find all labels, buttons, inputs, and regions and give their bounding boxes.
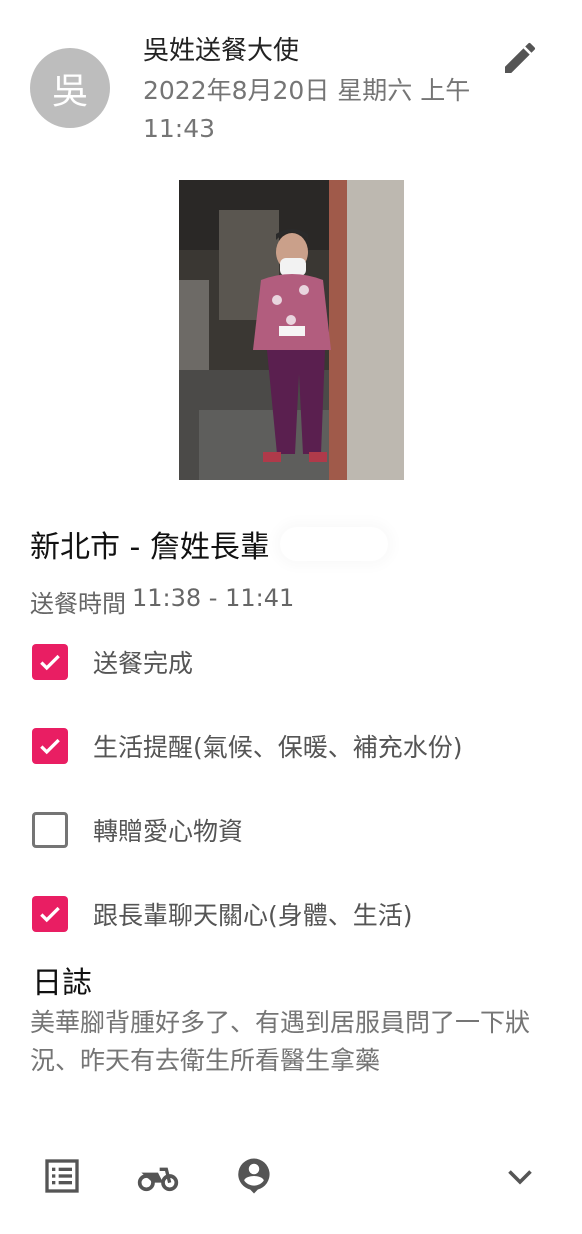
- checkbox-checked[interactable]: [32, 728, 68, 764]
- bottom-action-bar: [0, 1140, 582, 1220]
- person-pin-icon: [233, 1155, 275, 1201]
- chevron-down-icon: [502, 1158, 538, 1198]
- journal-heading: 日誌: [32, 966, 92, 1001]
- redacted-name: [279, 527, 388, 561]
- delivery-time-value: 11:38 - 11:41: [132, 584, 295, 612]
- edit-button[interactable]: [496, 36, 544, 84]
- recipient-profile-button[interactable]: [230, 1154, 278, 1202]
- checklist-label: 送餐完成: [93, 649, 194, 678]
- delivery-photo[interactable]: [179, 180, 404, 480]
- checklist-item-donate-supplies[interactable]: 轉贈愛心物資: [32, 812, 243, 848]
- post-header: 吳 吳姓送餐大使 2022年8月20日 星期六 上午11:43: [0, 0, 582, 160]
- delivery-time: 送餐時間 11:38 - 11:41: [30, 584, 294, 619]
- checkbox-unchecked[interactable]: [32, 812, 68, 848]
- list-button[interactable]: [38, 1154, 86, 1202]
- delivery-time-label: 送餐時間: [30, 590, 126, 618]
- checklist-label: 跟長輩聊天關心(身體、生活): [93, 901, 413, 930]
- recipient-title-row: 新北市 - 詹姓長輩: [30, 522, 388, 566]
- expand-button[interactable]: [496, 1154, 544, 1202]
- avatar-initial: 吳: [51, 71, 88, 112]
- checklist-label: 轉贈愛心物資: [93, 817, 244, 846]
- avatar: 吳: [30, 48, 110, 128]
- author-name: 吳姓送餐大使: [143, 36, 300, 66]
- recipient-title: 新北市 - 詹姓長輩: [30, 530, 270, 565]
- checklist-item-chat-care[interactable]: 跟長輩聊天關心(身體、生活): [32, 896, 413, 932]
- checklist-item-meal-delivered[interactable]: 送餐完成: [32, 644, 193, 680]
- post-datetime: 2022年8月20日 星期六 上午11:43: [143, 76, 471, 143]
- motorbike-icon: [136, 1156, 180, 1200]
- checklist-label: 生活提醒(氣候、保暖、補充水份): [93, 733, 463, 762]
- edit-icon: [500, 38, 540, 82]
- checklist-item-life-reminder[interactable]: 生活提醒(氣候、保暖、補充水份): [32, 728, 463, 764]
- delivery-route-button[interactable]: [134, 1154, 182, 1202]
- checkbox-checked[interactable]: [32, 644, 68, 680]
- list-icon: [42, 1156, 82, 1200]
- checkbox-checked[interactable]: [32, 896, 68, 932]
- journal-text: 美華腳背腫好多了、有遇到居服員問了一下狀況、昨天有去衛生所看醫生拿藥: [30, 1008, 531, 1075]
